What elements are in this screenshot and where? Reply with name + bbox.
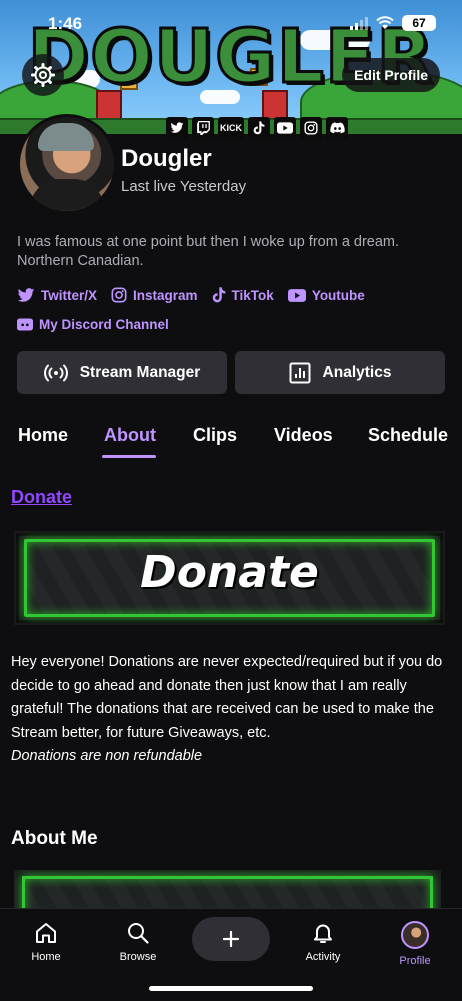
tab-home[interactable]: Home bbox=[18, 425, 68, 446]
donate-description-text: Hey everyone! Donations are never expect… bbox=[11, 654, 443, 741]
link-instagram[interactable]: Instagram bbox=[111, 286, 198, 304]
link-discord[interactable]: My Discord Channel bbox=[17, 315, 169, 333]
social-links: Twitter/X Instagram TikTok Youtube My Di… bbox=[17, 286, 447, 333]
create-button[interactable] bbox=[192, 917, 270, 961]
tab-about[interactable]: About bbox=[104, 425, 156, 446]
link-youtube[interactable]: Youtube bbox=[287, 286, 365, 304]
home-indicator bbox=[149, 986, 313, 991]
link-label: Youtube bbox=[311, 287, 365, 303]
signal-icon bbox=[350, 16, 368, 30]
edit-profile-button[interactable]: Edit Profile bbox=[342, 58, 440, 92]
youtube-icon bbox=[274, 117, 296, 139]
battery-indicator: 67 bbox=[402, 15, 436, 31]
discord-icon bbox=[326, 117, 348, 139]
status-time: 1:46 bbox=[48, 14, 83, 33]
donate-note: Donations are non refundable bbox=[11, 748, 203, 764]
link-label: Instagram bbox=[133, 287, 198, 303]
twitter-icon bbox=[166, 117, 188, 139]
youtube-icon bbox=[287, 288, 306, 302]
profile-avatar[interactable] bbox=[17, 114, 117, 214]
link-label: My Discord Channel bbox=[39, 316, 169, 332]
search-icon bbox=[128, 923, 149, 944]
bell-icon bbox=[314, 924, 332, 943]
analytics-icon bbox=[289, 362, 311, 383]
home-icon bbox=[36, 923, 56, 943]
wifi-icon bbox=[376, 16, 394, 29]
plus-icon bbox=[222, 930, 240, 948]
profile-username: Dougler bbox=[121, 145, 212, 172]
avatar bbox=[401, 921, 429, 949]
twitch-icon bbox=[192, 117, 214, 139]
discord-icon bbox=[17, 318, 33, 330]
tiktok-icon bbox=[212, 287, 225, 303]
twitter-icon bbox=[17, 287, 35, 302]
kick-icon: KICK bbox=[218, 117, 244, 139]
profile-bio: I was famous at one point but then I wok… bbox=[17, 234, 400, 269]
status-bar: 1:46 67 bbox=[0, 0, 462, 48]
broadcast-icon bbox=[43, 364, 68, 381]
settings-button[interactable] bbox=[22, 54, 64, 96]
active-tab-indicator bbox=[102, 455, 156, 458]
nav-label: Browse bbox=[119, 951, 157, 963]
nav-label: Profile bbox=[399, 955, 431, 967]
instagram-icon bbox=[111, 287, 127, 303]
profile-tabs: Home About Clips Videos Schedule bbox=[0, 410, 462, 460]
nav-label: Home bbox=[31, 951, 61, 963]
gear-icon bbox=[31, 63, 55, 87]
banner-social-strip: KICK bbox=[166, 117, 348, 139]
analytics-label: Analytics bbox=[322, 363, 392, 381]
donate-panel-image[interactable]: Donate bbox=[14, 531, 445, 625]
nav-activity[interactable]: Activity bbox=[288, 921, 358, 963]
donate-link[interactable]: Donate bbox=[11, 487, 72, 508]
donate-description: Hey everyone! Donations are never expect… bbox=[11, 651, 453, 769]
nav-profile[interactable]: Profile bbox=[380, 921, 450, 967]
instagram-icon bbox=[300, 117, 322, 139]
tab-schedule[interactable]: Schedule bbox=[368, 425, 448, 446]
link-twitter[interactable]: Twitter/X bbox=[17, 286, 97, 304]
about-me-title: About Me bbox=[11, 828, 98, 849]
analytics-button[interactable]: Analytics bbox=[235, 351, 445, 394]
nav-browse[interactable]: Browse bbox=[103, 921, 173, 963]
tab-clips[interactable]: Clips bbox=[193, 425, 237, 446]
tab-videos[interactable]: Videos bbox=[274, 425, 333, 446]
nav-label: Activity bbox=[305, 951, 341, 963]
last-live-text: Last live Yesterday bbox=[121, 178, 247, 195]
stream-manager-button[interactable]: Stream Manager bbox=[17, 351, 227, 394]
link-label: TikTok bbox=[231, 287, 274, 303]
donate-image-text: Donate bbox=[140, 547, 319, 598]
tiktok-icon bbox=[248, 117, 270, 139]
nav-home[interactable]: Home bbox=[11, 921, 81, 963]
stream-manager-label: Stream Manager bbox=[79, 363, 201, 381]
link-tiktok[interactable]: TikTok bbox=[212, 286, 274, 304]
link-label: Twitter/X bbox=[41, 287, 98, 303]
